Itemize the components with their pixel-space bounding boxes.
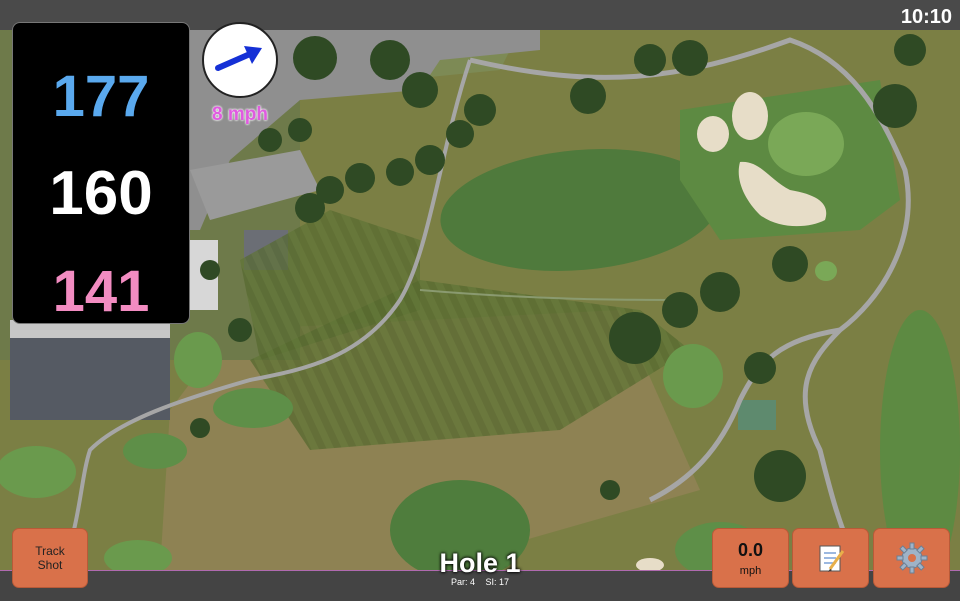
speed-button[interactable]: 0.0 mph xyxy=(712,528,789,588)
wind-speed-label: 8 mph xyxy=(212,104,268,125)
back-distance: 177 xyxy=(52,64,150,129)
wind-indicator xyxy=(202,22,278,98)
notepad-icon xyxy=(819,545,844,572)
gear-icon xyxy=(896,542,927,574)
hole-info: Par: 4 SI: 17 xyxy=(380,577,580,587)
hole-title: Hole 1 xyxy=(439,548,521,578)
hole-par: Par: 4 xyxy=(450,577,475,587)
front-distance: 141 xyxy=(52,259,150,324)
distance-panel: 177 160 141 xyxy=(12,22,190,324)
speed-unit: mph xyxy=(739,564,762,577)
arrow-icon xyxy=(215,46,262,71)
track-shot-button[interactable]: Track Shot xyxy=(12,528,88,588)
settings-button[interactable] xyxy=(873,528,950,588)
speed-value: 0.0 xyxy=(737,539,764,560)
track-shot-label: Track Shot xyxy=(35,544,65,572)
middle-distance: 160 xyxy=(49,159,153,228)
clock: 10:10 xyxy=(900,6,952,28)
hole-stroke-index: SI: 17 xyxy=(485,577,510,587)
notes-button[interactable] xyxy=(792,528,869,588)
